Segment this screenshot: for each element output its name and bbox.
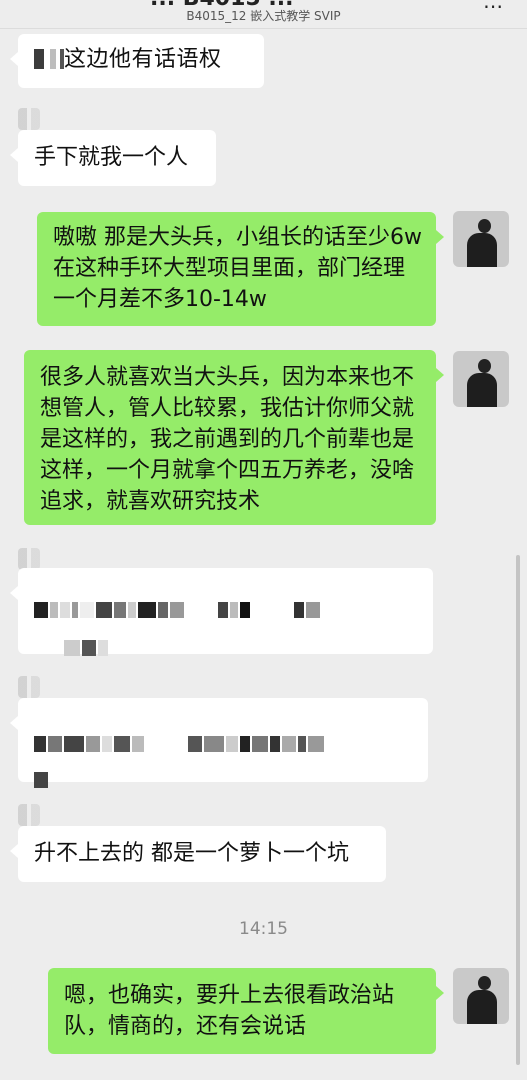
message-bubble[interactable]: 嗯，也确实，要升上去很看政治站队，情商的，还有会说话 — [48, 968, 444, 1054]
chat-subtitle: B4015_12 嵌入式教学 SVIP — [186, 9, 341, 23]
avatar[interactable] — [18, 804, 40, 826]
message-text: 手下就我一个人 — [34, 145, 189, 170]
message-text: 很多人就喜欢当大头兵，因为本来也不想管人，管人比较累，我估计你师父就是这样的，我… — [40, 365, 415, 514]
message-text: 升不上去的 都是一个萝卜一个坑 — [34, 841, 349, 866]
message-bubble[interactable]: 这边他有话语权 — [10, 34, 264, 88]
message-bubble[interactable]: 很多人就喜欢当大头兵，因为本来也不想管人，管人比较累，我估计你师父就是这样的，我… — [24, 350, 444, 525]
more-dots-icon[interactable]: ⋯ — [483, 0, 505, 18]
message-bubble[interactable]: 嗷嗷 那是大头兵，小组长的话至少6w在这种手环大型项目里面，部门经理一个月差不多… — [37, 212, 444, 326]
redacted-content — [34, 594, 417, 626]
message-text: 嗷嗷 那是大头兵，小组长的话至少6w在这种手环大型项目里面，部门经理一个月差不多… — [53, 225, 422, 312]
message-text: 这边他有话语权 — [64, 47, 222, 72]
avatar[interactable] — [18, 676, 40, 698]
scrollbar[interactable] — [516, 555, 520, 1065]
avatar[interactable] — [18, 108, 40, 130]
avatar[interactable] — [453, 351, 509, 407]
avatar[interactable] — [18, 548, 40, 570]
message-bubble[interactable] — [10, 568, 433, 656]
avatar[interactable] — [453, 211, 509, 267]
message-bubble[interactable]: 手下就我一个人 — [10, 130, 216, 186]
message-bubble[interactable]: 升不上去的 都是一个萝卜一个坑 — [10, 826, 386, 882]
redaction-block — [34, 49, 64, 69]
timestamp: 14:15 — [239, 919, 288, 939]
chat-header: ... B4015 ... B4015_12 嵌入式教学 SVIP ⋯ — [0, 0, 527, 29]
redacted-content — [34, 728, 412, 760]
message-text: 嗯，也确实，要升上去很看政治站队，情商的，还有会说话 — [64, 983, 395, 1039]
avatar[interactable] — [453, 968, 509, 1024]
message-bubble[interactable] — [10, 698, 428, 788]
